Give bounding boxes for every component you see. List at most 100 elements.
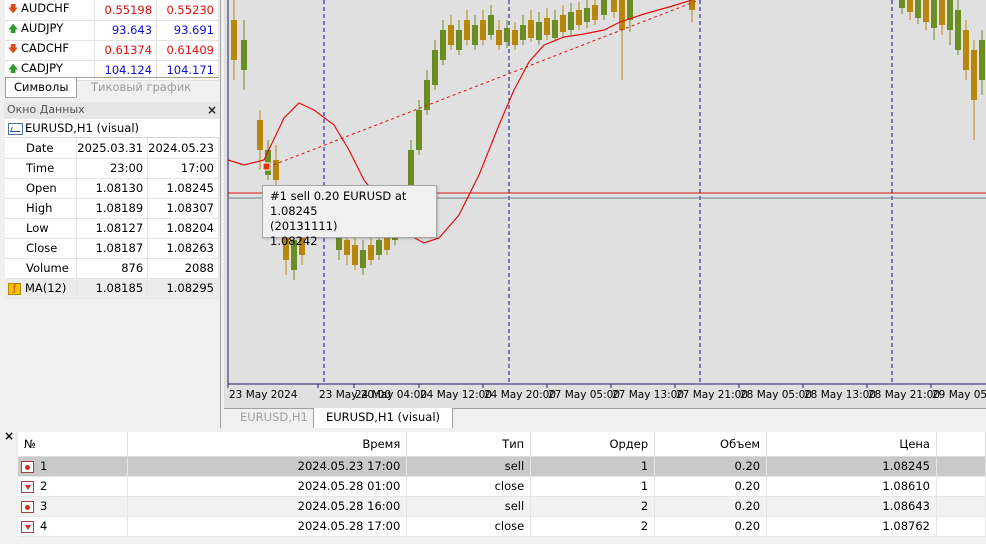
candle-body <box>448 25 454 45</box>
indicator-icon: ƒ <box>8 282 21 295</box>
tooltip-line-3: 1.08242 <box>270 234 318 248</box>
table-row[interactable]: 4 2024.05.28 17:00 close 2 0.20 1.08762 <box>18 516 986 537</box>
time-label: 28 May 05:00 <box>740 389 812 401</box>
symbol-row[interactable]: 🡅 AUDJPY 93.643 93.691 <box>5 20 219 41</box>
col-type[interactable]: Тип <box>406 432 532 457</box>
candle-body <box>560 15 566 32</box>
candle-body <box>568 12 574 30</box>
arrow-up-icon: 🡅 <box>8 24 19 35</box>
candle-body <box>472 25 478 45</box>
candle-body <box>544 18 550 35</box>
symbol-name: CADCHF <box>21 41 70 55</box>
candle-body <box>528 20 534 38</box>
candle-body <box>512 30 518 45</box>
terminal-window: 🡇 AUDCHF 0.55198 0.55230 🡅 AUDJPY 93.643 9… <box>0 0 986 544</box>
symbol-name: AUDCHF <box>21 0 70 15</box>
col-volume[interactable]: Объем <box>654 432 768 457</box>
time-label: 24 May 04:00 <box>355 389 427 401</box>
time-label: 24 May 20:00 <box>484 389 556 401</box>
candle-body <box>488 15 494 35</box>
candle-body <box>899 0 905 8</box>
data-row: Close 1.08187 1.08263 <box>5 238 219 259</box>
arrow-down-icon: 🡇 <box>8 3 19 15</box>
time-label: 27 May 05:00 <box>548 389 620 401</box>
candle-body <box>619 0 625 30</box>
symbol-name: AUDJPY <box>21 21 64 35</box>
candle-body <box>955 10 961 50</box>
candle-body <box>480 20 486 40</box>
time-label: 28 May 21:00 <box>868 389 940 401</box>
candle-body <box>611 0 617 12</box>
chart-tabs: EURUSD,H1 EURUSD,H1 (visual) <box>224 408 986 429</box>
market-watch-tabs: Символы Тиковый график <box>5 77 219 98</box>
candle-body <box>584 8 590 22</box>
trades-table: № Время Тип Ордер Объем Цена 1 2024.05.2… <box>18 432 986 537</box>
data-window-table: Date 2025.03.31 2024.05.23 Time 23:00 17:00 … <box>5 138 219 299</box>
table-header: № Время Тип Ордер Объем Цена <box>18 432 986 457</box>
candle-body <box>939 0 945 25</box>
table-row[interactable]: 1 2024.05.23 17:00 sell 1 0.20 1.08245 <box>18 456 986 477</box>
table-row[interactable]: 3 2024.05.28 16:00 sell 2 0.20 1.08643 <box>18 496 986 517</box>
data-window-title: Окно Данных × <box>4 102 220 119</box>
candle-body <box>432 50 438 85</box>
time-axis: 23 May 2024 23 May 20:0024 May 04:0024 Ma… <box>227 384 986 401</box>
candle-body <box>520 25 526 40</box>
candle-body <box>536 22 542 40</box>
tab-eurusd-h1-visual[interactable]: EURUSD,H1 (visual) <box>313 408 454 429</box>
candle-body <box>915 0 921 18</box>
candle-body <box>496 30 502 45</box>
candle-body <box>416 110 422 150</box>
col-number[interactable]: № <box>18 432 129 457</box>
symbol-row[interactable]: 🡇 AUDCHF 0.55198 0.55230 <box>5 0 219 21</box>
tab-eurusd-h1[interactable]: EURUSD,H1 <box>228 409 321 428</box>
candle-body <box>504 28 510 42</box>
col-order[interactable]: Ордер <box>530 432 656 457</box>
symbol-ask: 0.61409 <box>156 40 219 61</box>
arrow-down-icon: 🡇 <box>8 44 19 55</box>
symbol-ask: 93.691 <box>156 20 219 41</box>
candle-body <box>440 30 446 60</box>
ma-row: ƒ MA(12) 1.08185 1.08295 <box>5 278 219 299</box>
tab-symbols[interactable]: Символы <box>5 78 78 98</box>
candle-body <box>601 0 607 15</box>
close-order-icon <box>21 480 34 493</box>
close-icon[interactable]: × <box>4 429 14 443</box>
data-row: Low 1.08127 1.08204 <box>5 218 219 239</box>
symbol-name: CADJPY <box>21 61 63 75</box>
trade-arrow-icon[interactable] <box>262 162 271 171</box>
col-price[interactable]: Цена <box>766 432 937 457</box>
table-row[interactable]: 2 2024.05.28 01:00 close 1 0.20 1.08610 <box>18 476 986 497</box>
symbol-bid: 93.643 <box>94 20 158 41</box>
candle-body <box>592 5 598 20</box>
close-icon[interactable]: × <box>207 102 217 118</box>
tooltip-line-2: (20131111) <box>270 219 338 233</box>
candle-body <box>241 40 247 70</box>
symbol-ask: 0.55230 <box>156 0 219 21</box>
candle-body <box>907 0 913 12</box>
market-watch-table: 🡇 AUDCHF 0.55198 0.55230 🡅 AUDJPY 93.643 9… <box>5 0 219 81</box>
candle-body <box>931 0 937 28</box>
candle-body <box>979 40 985 80</box>
symbol-bid: 0.61374 <box>94 40 158 61</box>
tab-tick-chart[interactable]: Тиковый график <box>83 78 199 98</box>
trade-tooltip: #1 sell 0.20 EURUSD at 1.08245 (20131111… <box>262 185 437 248</box>
candle-body <box>947 0 953 30</box>
time-label: 24 May 12:00 <box>420 389 492 401</box>
sell-order-icon <box>21 460 34 473</box>
sell-order-icon <box>21 500 34 513</box>
col-time[interactable]: Время <box>127 432 408 457</box>
data-row: Time 23:00 17:00 <box>5 158 219 179</box>
candle-body <box>464 20 470 40</box>
data-window-chart-name: EURUSD,H1 (visual) <box>5 119 219 138</box>
data-row: Date 2025.03.31 2024.05.23 <box>5 138 219 159</box>
data-row: Volume 876 2088 <box>5 258 219 279</box>
data-row: Open 1.08130 1.08245 <box>5 178 219 199</box>
time-label: 29 May 05:00 <box>932 389 986 401</box>
candle-body <box>627 0 633 20</box>
data-window-title-text: Окно Данных <box>7 103 85 116</box>
time-label: 28 May 13:00 <box>804 389 876 401</box>
data-row: High 1.08189 1.08307 <box>5 198 219 219</box>
symbol-bid: 0.55198 <box>94 0 158 21</box>
symbol-row[interactable]: 🡇 CADCHF 0.61374 0.61409 <box>5 40 219 61</box>
candle-body <box>456 30 462 50</box>
